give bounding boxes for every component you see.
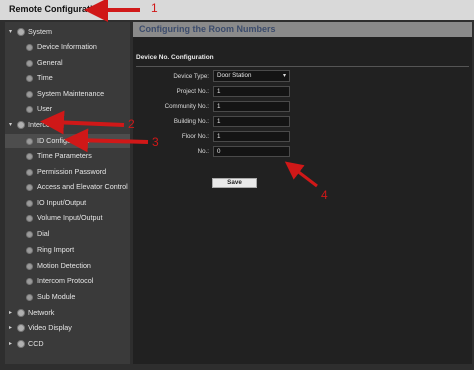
sidebar-item-id-configuration[interactable]: ID Configuration xyxy=(5,134,130,148)
sidebar-item-sub-module[interactable]: Sub Module xyxy=(5,290,130,304)
gear-icon xyxy=(26,278,33,285)
no-input[interactable]: 0 xyxy=(213,146,290,157)
sidebar-item-label: ID Configuration xyxy=(37,136,89,145)
gear-icon xyxy=(26,169,33,176)
gear-icon xyxy=(26,91,33,98)
sidebar-item-system[interactable]: ▾ System xyxy=(5,25,130,39)
settings-icon xyxy=(17,340,25,348)
content-panel: Configuring the Room Numbers Device No. … xyxy=(133,22,472,364)
sidebar-item-label: Dial xyxy=(37,229,50,238)
settings-icon xyxy=(17,28,25,36)
sidebar-item-label: Sub Module xyxy=(37,292,76,301)
sidebar-item-user[interactable]: User xyxy=(5,102,130,116)
gear-icon xyxy=(26,184,33,191)
building-no-input[interactable]: 1 xyxy=(213,116,290,127)
sidebar-item-label: Motion Detection xyxy=(37,261,91,270)
annotation-number-1: 1 xyxy=(151,1,158,15)
settings-icon xyxy=(17,309,25,317)
sidebar-item-label: IO Input/Output xyxy=(37,198,87,207)
annotation-number-3: 3 xyxy=(152,135,159,149)
gear-icon xyxy=(26,138,33,145)
sidebar-item-motion-detection[interactable]: Motion Detection xyxy=(5,259,130,273)
gear-icon xyxy=(26,215,33,222)
settings-icon xyxy=(17,121,25,129)
sidebar-item-label: Permission Password xyxy=(37,167,107,176)
sidebar-tree: ▾ System Device Information General Time… xyxy=(5,22,130,364)
sidebar-item-time[interactable]: Time xyxy=(5,71,130,85)
sidebar-item-label: Video Display xyxy=(28,323,72,332)
page-title-bar: Configuring the Room Numbers xyxy=(133,22,472,37)
floor-no-input[interactable]: 1 xyxy=(213,131,290,142)
sidebar-item-device-information[interactable]: Device Information xyxy=(5,40,130,54)
sidebar-item-label: CCD xyxy=(28,339,44,348)
project-no-label: Project No.: xyxy=(176,88,209,95)
page-title: Configuring the Room Numbers xyxy=(139,24,276,34)
project-no-input[interactable]: 1 xyxy=(213,86,290,97)
building-no-label: Building No.: xyxy=(173,118,209,125)
no-label: No.: xyxy=(197,148,209,155)
device-type-select[interactable]: Door Station ▾ xyxy=(213,70,290,82)
sidebar-item-system-maintenance[interactable]: System Maintenance xyxy=(5,87,130,101)
sidebar-item-label: Intercom xyxy=(28,120,56,129)
sidebar-item-general[interactable]: General xyxy=(5,56,130,70)
sidebar-item-time-parameters[interactable]: Time Parameters xyxy=(5,149,130,163)
sidebar-item-intercom-protocol[interactable]: Intercom Protocol xyxy=(5,274,130,288)
window-title: Remote Configuration xyxy=(9,4,104,14)
window-title-bar: Remote Configuration xyxy=(0,0,474,21)
caret-right-icon[interactable]: ▸ xyxy=(9,340,12,347)
annotation-number-2: 2 xyxy=(128,117,135,131)
floor-no-label: Floor No.: xyxy=(181,133,209,140)
device-type-value: Door Station xyxy=(217,72,252,79)
caret-down-icon[interactable]: ▾ xyxy=(9,121,12,128)
sidebar-item-label: Access and Elevator Control xyxy=(37,182,128,191)
gear-icon xyxy=(26,153,33,160)
gear-icon xyxy=(26,294,33,301)
sidebar-item-dial[interactable]: Dial xyxy=(5,227,130,241)
gear-icon xyxy=(26,44,33,51)
dropdown-arrow-icon: ▾ xyxy=(282,73,286,79)
caret-right-icon[interactable]: ▸ xyxy=(9,309,12,316)
window-body: ▾ System Device Information General Time… xyxy=(0,20,474,370)
gear-icon xyxy=(26,231,33,238)
sidebar-item-io-input-output[interactable]: IO Input/Output xyxy=(5,196,130,210)
annotation-number-4: 4 xyxy=(321,188,328,202)
sidebar-item-label: User xyxy=(37,104,53,113)
community-no-label: Community No.: xyxy=(164,103,209,110)
sidebar-item-volume-input-output[interactable]: Volume Input/Output xyxy=(5,211,130,225)
caret-down-icon[interactable]: ▾ xyxy=(9,28,12,35)
settings-icon xyxy=(17,324,25,332)
caret-right-icon[interactable]: ▸ xyxy=(9,324,12,331)
device-type-label: Device Type: xyxy=(173,73,209,80)
gear-icon xyxy=(26,60,33,67)
sidebar-item-label: General xyxy=(37,58,63,67)
sidebar-item-label: Ring Import xyxy=(37,245,75,254)
sidebar-item-intercom[interactable]: ▾ Intercom xyxy=(5,118,130,132)
gear-icon xyxy=(26,247,33,254)
gear-icon xyxy=(26,75,33,82)
sidebar-item-label: System Maintenance xyxy=(37,89,105,98)
sidebar-item-access-elevator-control[interactable]: Access and Elevator Control xyxy=(5,180,130,194)
sidebar-item-label: Network xyxy=(28,308,55,317)
sidebar-item-permission-password[interactable]: Permission Password xyxy=(5,165,130,179)
gear-icon xyxy=(26,200,33,207)
sidebar-item-label: Time Parameters xyxy=(37,151,92,160)
sidebar-item-label: System xyxy=(28,27,52,36)
sidebar-item-label: Time xyxy=(37,73,53,82)
sidebar-item-label: Device Information xyxy=(37,42,97,51)
sidebar-item-ccd[interactable]: ▸ CCD xyxy=(5,337,130,351)
gear-icon xyxy=(26,106,33,113)
section-divider xyxy=(136,66,469,67)
sidebar-item-label: Intercom Protocol xyxy=(37,276,94,285)
sidebar-item-network[interactable]: ▸ Network xyxy=(5,306,130,320)
gear-icon xyxy=(26,263,33,270)
sidebar-item-ring-import[interactable]: Ring Import xyxy=(5,243,130,257)
section-title: Device No. Configuration xyxy=(136,54,214,61)
sidebar-item-video-display[interactable]: ▸ Video Display xyxy=(5,321,130,335)
sidebar-item-label: Volume Input/Output xyxy=(37,213,103,222)
community-no-input[interactable]: 1 xyxy=(213,101,290,112)
save-button[interactable]: Save xyxy=(212,178,257,188)
